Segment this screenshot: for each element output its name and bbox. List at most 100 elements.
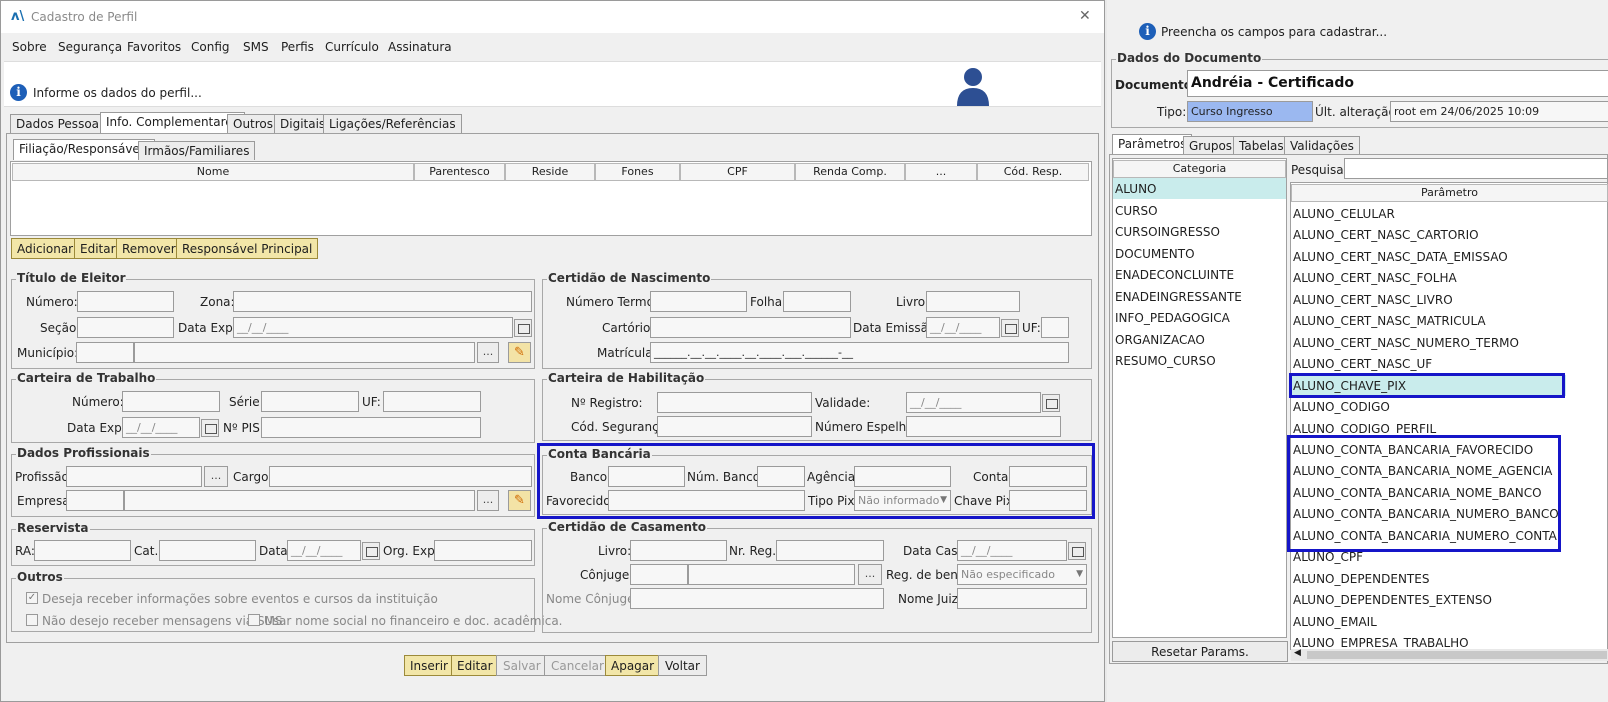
conjuge-lookup-button[interactable]: ... <box>858 564 882 585</box>
profissao-input[interactable] <box>66 466 202 487</box>
categoria-item[interactable]: CURSOINGRESSO <box>1115 225 1220 239</box>
data-emissao-input[interactable]: __/__/____ <box>926 317 1000 338</box>
cancelar-button[interactable]: Cancelar <box>544 655 611 676</box>
documento-input[interactable]: Andréia - Certificado <box>1187 70 1608 97</box>
calendar-icon[interactable] <box>1068 542 1086 560</box>
parametro-item[interactable]: ALUNO_CODIGO_PERFIL <box>1293 422 1436 436</box>
eleitor-data-exp-input[interactable]: __/__/____ <box>233 317 513 338</box>
remove-button[interactable]: Remover <box>116 238 182 259</box>
categoria-header[interactable]: Categoria <box>1113 160 1286 178</box>
parametro-item[interactable]: ALUNO_CERT_NASC_NUMERO_TERMO <box>1293 336 1519 350</box>
col-renda[interactable]: Renda Comp. <box>795 163 905 181</box>
nome-conjuge-input[interactable] <box>630 588 884 609</box>
nr-reg-input[interactable] <box>776 540 884 561</box>
profissao-lookup-button[interactable]: ... <box>204 466 228 487</box>
empresa-lookup-button[interactable]: ... <box>477 490 499 511</box>
horizontal-scrollbar[interactable]: ◀ <box>1291 648 1608 661</box>
eleitor-numero-input[interactable] <box>77 291 174 312</box>
scroll-left-icon[interactable]: ◀ <box>1294 648 1301 658</box>
parametro-header[interactable]: Parâmetro <box>1291 184 1608 202</box>
categoria-item[interactable]: ENADECONCLUINTE <box>1115 268 1234 282</box>
calendar-icon[interactable] <box>514 319 532 337</box>
cartorio-input[interactable] <box>650 317 851 338</box>
subtab-filiacao[interactable]: Filiação/Responsáveis <box>13 139 156 160</box>
categoria-item[interactable]: INFO_PEDAGOGICA <box>1115 311 1230 325</box>
salvar-button[interactable]: Salvar <box>496 655 548 676</box>
reservista-cat-input[interactable] <box>159 540 256 561</box>
menu-favoritos[interactable]: Favoritos <box>127 40 181 54</box>
col-cpf[interactable]: CPF <box>680 163 795 181</box>
parametro-item[interactable]: ALUNO_CPF <box>1293 550 1363 564</box>
conjuge-code-input[interactable] <box>630 564 688 585</box>
categoria-item[interactable]: ALUNO <box>1115 182 1157 196</box>
eleitor-secao-input[interactable] <box>77 317 174 338</box>
add-button[interactable]: Adicionar <box>11 238 80 259</box>
ct-uf-input[interactable] <box>383 391 481 412</box>
categoria-item[interactable]: RESUMO_CURSO <box>1115 354 1216 368</box>
categoria-item[interactable]: ENADEINGRESSANTE <box>1115 290 1242 304</box>
col-reside[interactable]: Reside <box>505 163 595 181</box>
col-parentesco[interactable]: Parentesco <box>414 163 505 181</box>
categoria-item[interactable]: DOCUMENTO <box>1115 247 1195 261</box>
municipio-code-input[interactable] <box>76 342 134 363</box>
reservista-data-input[interactable]: __/__/____ <box>287 540 361 561</box>
cas-livro-input[interactable] <box>630 540 727 561</box>
cod-seguranca-input[interactable] <box>657 416 812 437</box>
voltar-button[interactable]: Voltar <box>658 655 707 676</box>
menu-sobre[interactable]: Sobre <box>12 40 47 54</box>
tab-dados-pessoais[interactable]: Dados Pessoais <box>10 114 115 133</box>
editar-button[interactable]: Editar <box>451 655 499 676</box>
menu-config[interactable]: Config <box>191 40 230 54</box>
reg-bens-select[interactable]: Não especificado ▼ <box>957 564 1087 585</box>
numero-termo-input[interactable] <box>650 291 747 312</box>
calendar-icon[interactable] <box>1001 319 1019 337</box>
ct-data-exp-input[interactable]: __/__/____ <box>122 417 200 438</box>
ct-pis-input[interactable] <box>261 417 481 438</box>
registro-input[interactable] <box>657 392 812 413</box>
folha-input[interactable] <box>783 291 851 312</box>
apagar-button[interactable]: Apagar <box>605 655 661 676</box>
col-fones[interactable]: Fones <box>595 163 680 181</box>
municipio-name-input[interactable] <box>134 342 475 363</box>
menu-sms[interactable]: SMS <box>243 40 269 54</box>
cargo-input[interactable] <box>269 466 532 487</box>
reservista-org-input[interactable] <box>434 540 532 561</box>
eventos-checkbox[interactable]: ✓ <box>26 592 38 604</box>
main-responsible-button[interactable]: Responsável Principal <box>176 238 319 259</box>
tab-info-complementares[interactable]: Info. Complementares <box>100 112 245 133</box>
parametro-item[interactable]: ALUNO_CERT_NASC_LIVRO <box>1293 293 1453 307</box>
tab-tabelas[interactable]: Tabelas <box>1233 136 1290 155</box>
subtab-irmaos[interactable]: Irmãos/Familiares <box>138 141 256 160</box>
menu-assinatura[interactable]: Assinatura <box>388 40 452 54</box>
pencil-icon[interactable]: ✎ <box>508 490 531 511</box>
calendar-icon[interactable] <box>362 542 380 560</box>
ct-numero-input[interactable] <box>122 391 220 412</box>
nome-social-checkbox[interactable] <box>248 614 260 626</box>
tab-validacoes[interactable]: Validações <box>1284 136 1360 155</box>
reset-params-button[interactable]: Resetar Params. <box>1112 641 1288 662</box>
parametro-item[interactable]: ALUNO_CERT_NASC_CARTORIO <box>1293 228 1479 242</box>
calendar-icon[interactable] <box>201 419 219 437</box>
validade-input[interactable]: __/__/____ <box>906 392 1041 413</box>
close-icon[interactable]: ✕ <box>1079 8 1091 24</box>
col-cod-resp[interactable]: Cód. Resp. <box>977 163 1089 181</box>
parametro-item[interactable]: ALUNO_CODIGO <box>1293 400 1390 414</box>
parametro-item[interactable]: ALUNO_EMAIL <box>1293 615 1377 629</box>
parametro-item[interactable]: ALUNO_CERT_NASC_MATRICULA <box>1293 314 1486 328</box>
scroll-thumb[interactable] <box>1307 651 1607 659</box>
empresa-name-input[interactable] <box>124 490 475 511</box>
ct-serie-input[interactable] <box>261 391 359 412</box>
parametro-item[interactable]: ALUNO_CERT_NASC_DATA_EMISSAO <box>1293 250 1508 264</box>
cert-nasc-uf-input[interactable] <box>1041 317 1069 338</box>
matricula-input[interactable]: ______.__.__.____.__.____.___.______-__ <box>650 342 1069 363</box>
livro-input[interactable] <box>926 291 1020 312</box>
conjuge-name-input[interactable] <box>688 564 855 585</box>
municipio-lookup-button[interactable]: ... <box>477 342 499 363</box>
sms-checkbox[interactable] <box>26 614 38 626</box>
empresa-code-input[interactable] <box>66 490 124 511</box>
calendar-icon[interactable] <box>1042 394 1060 412</box>
data-cas-input[interactable]: __/__/____ <box>957 540 1067 561</box>
inserir-button[interactable]: Inserir <box>404 655 454 676</box>
tipo-field[interactable]: Curso Ingresso <box>1187 101 1313 122</box>
nome-juiz-input[interactable] <box>957 588 1087 609</box>
